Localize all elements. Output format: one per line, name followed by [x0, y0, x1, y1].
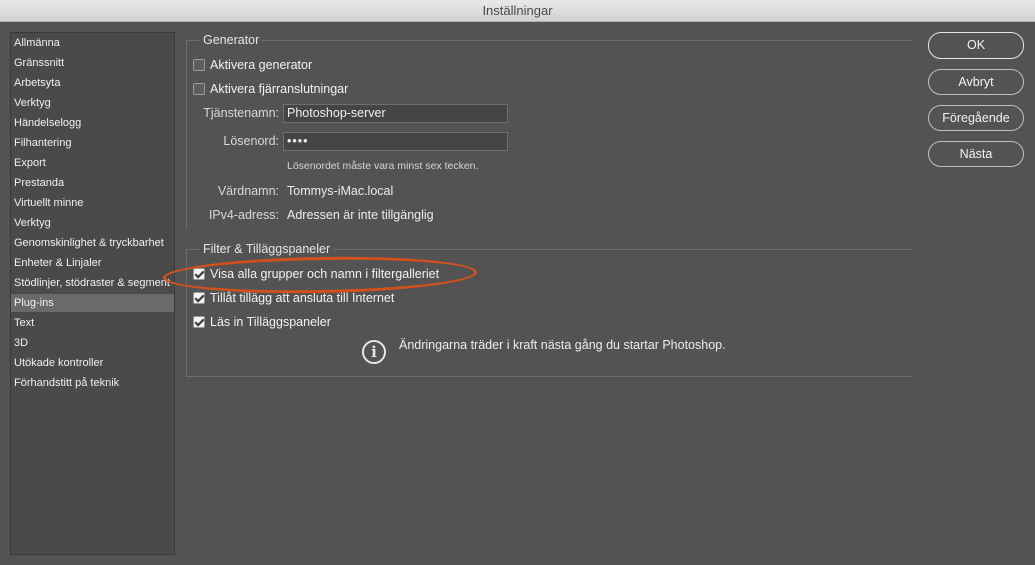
enable-generator-checkbox[interactable] — [193, 59, 205, 71]
service-name-input[interactable]: Photoshop-server — [283, 104, 508, 123]
service-name-label: Tjänstenamn: — [203, 106, 279, 120]
password-hint: Lösenordet måste vara minst sex tecken. — [287, 160, 479, 172]
sidebar-item-file-handling[interactable]: Filhantering — [11, 134, 174, 152]
password-input[interactable]: •••• — [283, 132, 508, 151]
sidebar-item-guides-grid-slices[interactable]: Stödlinjer, stödraster & segment — [11, 274, 174, 292]
enable-generator-label: Aktivera generator — [210, 58, 313, 72]
host-name-value: Tommys-iMac.local — [287, 184, 394, 198]
sidebar-item-scratch-disks[interactable]: Virtuellt minne — [11, 194, 174, 212]
ipv4-value: Adressen är inte tillgänglig — [287, 208, 434, 222]
show-all-groups-checkbox[interactable] — [193, 268, 205, 280]
sidebar-item-workspace[interactable]: Arbetsyta — [11, 74, 174, 92]
next-button[interactable]: Nästa — [928, 141, 1024, 167]
cancel-button[interactable]: Avbryt — [928, 69, 1024, 95]
password-label: Lösenord: — [223, 134, 279, 148]
sidebar-item-type[interactable]: Text — [11, 314, 174, 332]
previous-button[interactable]: Föregående — [928, 105, 1024, 131]
sidebar-item-tools[interactable]: Verktyg — [11, 94, 174, 112]
info-icon: i — [362, 340, 386, 364]
show-all-groups-row[interactable]: Visa alla grupper och namn i filtergalle… — [193, 267, 439, 281]
allow-internet-label: Tillåt tillägg att ansluta till Internet — [210, 291, 395, 305]
sidebar-item-transparency-gamut[interactable]: Genomskinlighet & tryckbarhet — [11, 234, 174, 252]
sidebar-item-enhanced-controls[interactable]: Utökade kontroller — [11, 354, 174, 372]
sidebar-item-units-rulers[interactable]: Enheter & Linjaler — [11, 254, 174, 272]
ipv4-label: IPv4-adress: — [208, 208, 279, 222]
enable-generator-row[interactable]: Aktivera generator — [193, 58, 312, 72]
enable-remote-row[interactable]: Aktivera fjärranslutningar — [193, 82, 348, 96]
window-title: Inställningar — [0, 0, 1035, 22]
host-name-label: Värdnamn: — [217, 184, 279, 198]
sidebar-item-general[interactable]: Allmänna — [11, 34, 174, 52]
enable-remote-label: Aktivera fjärranslutningar — [210, 82, 349, 96]
generator-group-title: Generator — [200, 33, 263, 47]
restart-notice: Ändringarna träder i kraft nästa gång du… — [399, 338, 726, 352]
sidebar-item-3d[interactable]: 3D — [11, 334, 174, 352]
show-all-groups-label: Visa alla grupper och namn i filtergalle… — [210, 267, 440, 281]
sidebar-item-history-log[interactable]: Händelselogg — [11, 114, 174, 132]
ok-button[interactable]: OK — [928, 32, 1024, 59]
load-panels-label: Läs in Tilläggspaneler — [210, 315, 331, 329]
sidebar-item-interface[interactable]: Gränssnitt — [11, 54, 174, 72]
sidebar-item-export[interactable]: Export — [11, 154, 174, 172]
load-panels-checkbox[interactable] — [193, 316, 205, 328]
allow-internet-checkbox[interactable] — [193, 292, 205, 304]
filters-group-title: Filter & Tilläggspaneler — [200, 242, 334, 256]
load-panels-row[interactable]: Läs in Tilläggspaneler — [193, 315, 331, 329]
preferences-sidebar: Allmänna Gränssnitt Arbetsyta Verktyg Hä… — [10, 32, 175, 555]
sidebar-item-performance[interactable]: Prestanda — [11, 174, 174, 192]
sidebar-item-technology-previews[interactable]: Förhandstitt på teknik — [11, 374, 174, 392]
allow-internet-row[interactable]: Tillåt tillägg att ansluta till Internet — [193, 291, 394, 305]
sidebar-item-plugins[interactable]: Plug-ins — [11, 294, 174, 312]
enable-remote-checkbox[interactable] — [193, 83, 205, 95]
sidebar-item-tools-2[interactable]: Verktyg — [11, 214, 174, 232]
